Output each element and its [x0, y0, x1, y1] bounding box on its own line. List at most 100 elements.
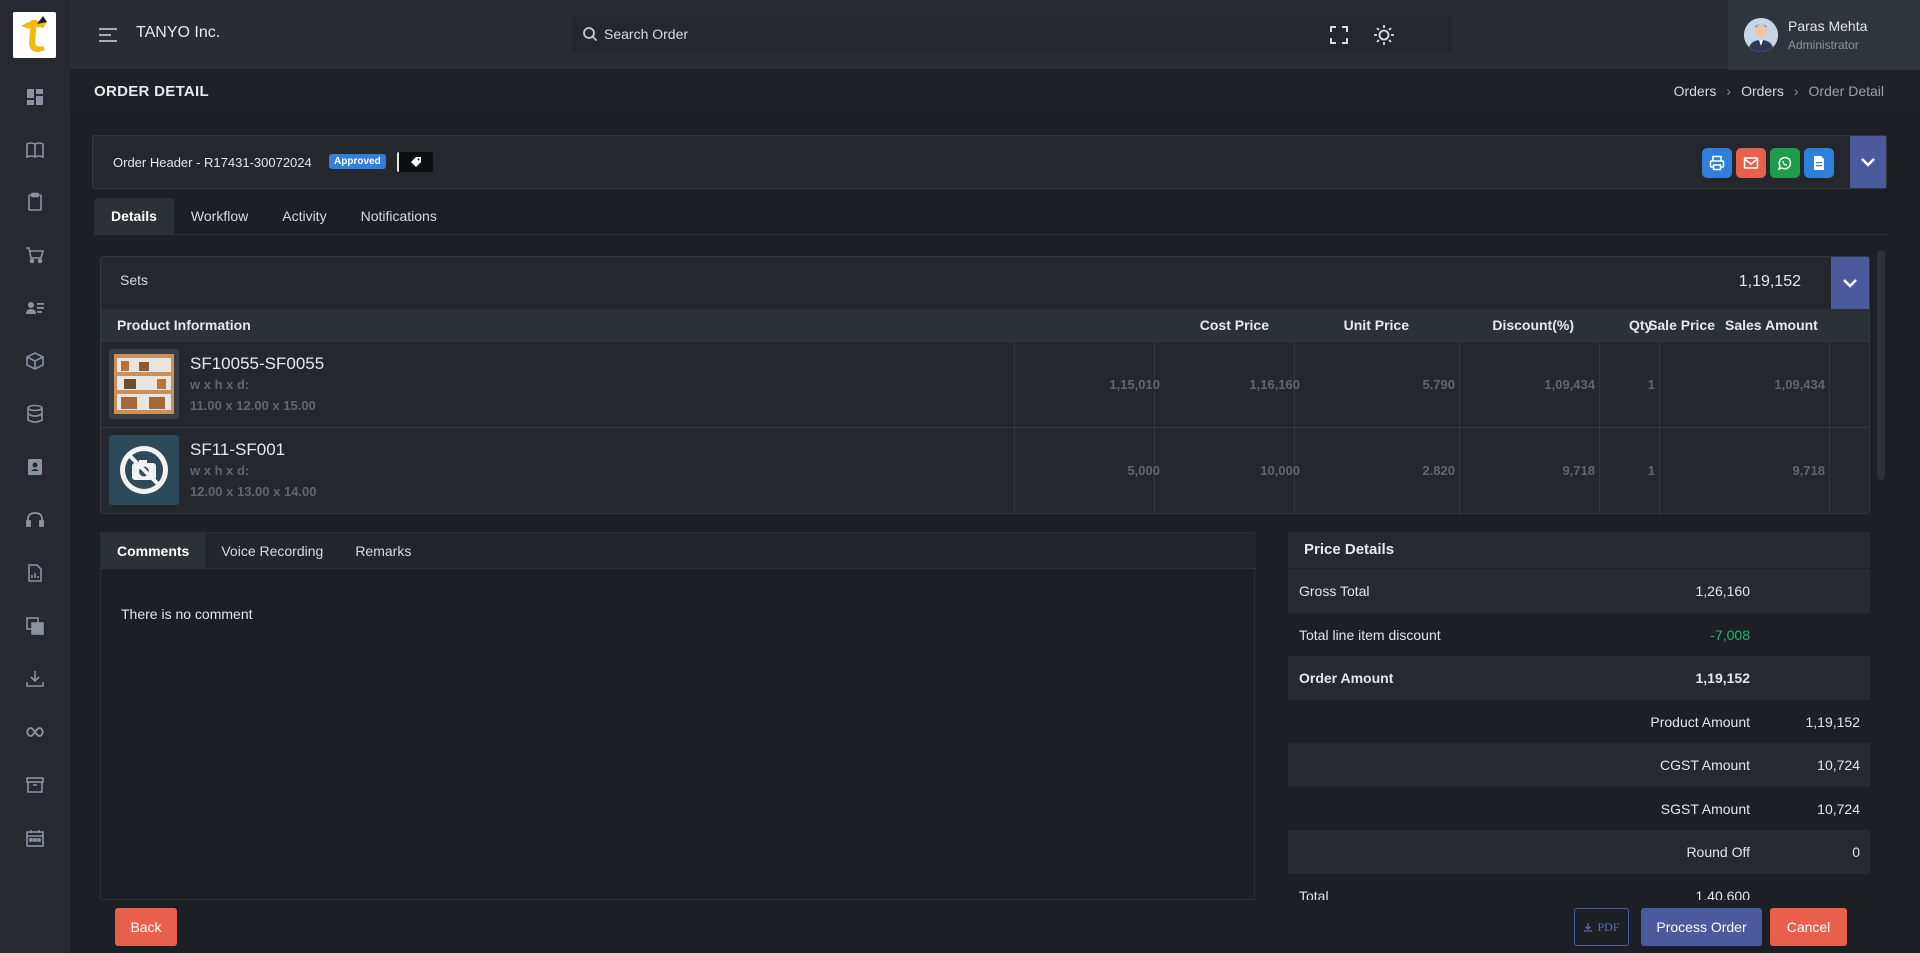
tab-details[interactable]: Details: [94, 198, 174, 234]
sidebar: [0, 0, 70, 953]
sale-price: 1,09,434: [1544, 377, 1595, 392]
sets-card: Sets 1,19,152 Product Information Cost P…: [100, 256, 1870, 514]
sale-price: 9,718: [1562, 463, 1595, 478]
fullscreen-icon[interactable]: [1328, 24, 1350, 46]
topbar: TANYO Inc. Paras Mehta Administrator: [70, 0, 1920, 70]
breadcrumb-separator-icon: ›: [1726, 83, 1732, 99]
cancel-button[interactable]: Cancel: [1770, 908, 1847, 946]
database-icon[interactable]: [23, 402, 47, 426]
price-label: Gross Total: [1299, 583, 1370, 599]
price-value: 10,724: [1817, 757, 1860, 773]
order-header-title: Order Header - R17431-30072024: [113, 155, 312, 170]
calendar-icon[interactable]: [23, 826, 47, 850]
price-row-sgst: SGST Amount 10,724: [1288, 787, 1870, 831]
price-row-discount: Total line item discount -7,008: [1288, 613, 1870, 657]
chevron-down-icon: [1861, 158, 1875, 167]
product-image: [109, 435, 179, 505]
comments-tabs: Comments Voice Recording Remarks: [101, 533, 1256, 569]
price-row-gross-total: Gross Total 1,26,160: [1288, 569, 1870, 613]
pdf-button[interactable]: PDF: [1574, 908, 1629, 946]
status-badge: Approved: [329, 154, 386, 169]
user-role: Administrator: [1788, 38, 1859, 52]
dashboard-icon[interactable]: [23, 85, 47, 109]
discount-percent: 2.820: [1422, 463, 1455, 478]
pdf-label: PDF: [1597, 919, 1620, 934]
cost-price: 5,000: [1127, 463, 1160, 478]
tab-workflow[interactable]: Workflow: [174, 198, 265, 234]
column-header: Unit Price: [1343, 317, 1409, 333]
dimension-label: w x h x d:: [190, 377, 250, 392]
tag-icon: [411, 157, 421, 167]
column-header: Sales Amount: [1725, 317, 1818, 333]
tabs-divider: [94, 234, 1887, 235]
tab-voice-recording[interactable]: Voice Recording: [205, 533, 339, 569]
process-order-button[interactable]: Process Order: [1641, 908, 1762, 946]
tab-notifications[interactable]: Notifications: [344, 198, 454, 234]
contacts-icon[interactable]: [23, 455, 47, 479]
dimension-label: w x h x d:: [190, 463, 250, 478]
price-value: 10,724: [1817, 801, 1860, 817]
product-code: SF10055-SF0055: [190, 354, 325, 373]
tab-remarks[interactable]: Remarks: [339, 533, 427, 569]
back-button[interactable]: Back: [115, 908, 177, 946]
hamburger-menu-icon[interactable]: [98, 25, 120, 45]
whatsapp-icon: [1777, 156, 1792, 171]
product-dimensions: 12.00 x 13.00 x 14.00: [190, 484, 317, 499]
tag-button[interactable]: [397, 152, 433, 172]
chevron-down-icon: [1843, 279, 1857, 288]
theme-sun-icon[interactable]: [1373, 24, 1395, 46]
tab-activity[interactable]: Activity: [265, 198, 343, 234]
email-button[interactable]: [1736, 148, 1766, 178]
document-button[interactable]: [1804, 148, 1834, 178]
sets-total: 1,19,152: [1738, 273, 1801, 290]
copy-icon[interactable]: [23, 614, 47, 638]
product-image: [109, 349, 179, 419]
scrollbar[interactable]: [1877, 250, 1885, 480]
sales-amount: 9,718: [1792, 463, 1825, 478]
user-profile[interactable]: Paras Mehta Administrator: [1728, 0, 1920, 70]
company-name: TANYO Inc.: [136, 24, 221, 41]
price-details-title: Price Details: [1288, 532, 1870, 568]
price-label: Order Amount: [1299, 670, 1394, 686]
price-label: Product Amount: [1650, 714, 1750, 730]
price-label: Total line item discount: [1299, 627, 1441, 643]
box-icon[interactable]: [23, 349, 47, 373]
price-row-round-off: Round Off 0: [1288, 830, 1870, 874]
column-header: Sale Price: [1648, 317, 1715, 333]
cart-icon[interactable]: [23, 243, 47, 267]
tab-comments[interactable]: Comments: [101, 533, 206, 569]
price-value: 1,19,152: [1695, 670, 1751, 686]
sets-collapse-button[interactable]: [1831, 257, 1869, 309]
search-input[interactable]: [604, 15, 1444, 53]
price-row-total: Total 1,40,600: [1288, 874, 1870, 900]
headset-icon[interactable]: [23, 508, 47, 532]
whatsapp-button[interactable]: [1770, 148, 1800, 178]
table-row[interactable]: SF11-SF001 w x h x d: 12.00 x 13.00 x 14…: [101, 427, 1869, 513]
table-row[interactable]: SF10055-SF0055 w x h x d: 11.00 x 12.00 …: [101, 341, 1869, 428]
download-icon[interactable]: [23, 667, 47, 691]
book-icon[interactable]: [23, 138, 47, 162]
document-icon: [1814, 156, 1824, 170]
order-header-collapse-button[interactable]: [1850, 136, 1886, 188]
product-dimensions: 11.00 x 12.00 x 15.00: [190, 398, 316, 413]
infinity-icon[interactable]: [23, 720, 47, 744]
breadcrumb-item[interactable]: Orders: [1674, 83, 1717, 99]
price-label: SGST Amount: [1660, 801, 1750, 817]
page-title: ORDER DETAIL: [94, 83, 209, 100]
logo[interactable]: [13, 12, 56, 58]
discount-value: -7,008: [1710, 627, 1750, 643]
report-icon[interactable]: [23, 561, 47, 585]
quantity: 1: [1647, 463, 1655, 478]
users-icon[interactable]: [23, 296, 47, 320]
search-icon: [582, 26, 598, 42]
price-label: CGST Amount: [1659, 757, 1750, 773]
table-header: Product Information Cost Price Unit Pric…: [101, 309, 1869, 341]
order-header-card: Order Header - R17431-30072024 Approved: [92, 135, 1887, 189]
download-icon: [1584, 923, 1593, 932]
print-button[interactable]: [1702, 148, 1732, 178]
archive-icon[interactable]: [23, 773, 47, 797]
breadcrumb-item[interactable]: Orders: [1741, 83, 1784, 99]
price-row-order-amount: Order Amount 1,19,152: [1288, 656, 1870, 700]
empty-comment-text: There is no comment: [121, 606, 253, 622]
clipboard-icon[interactable]: [23, 190, 47, 214]
